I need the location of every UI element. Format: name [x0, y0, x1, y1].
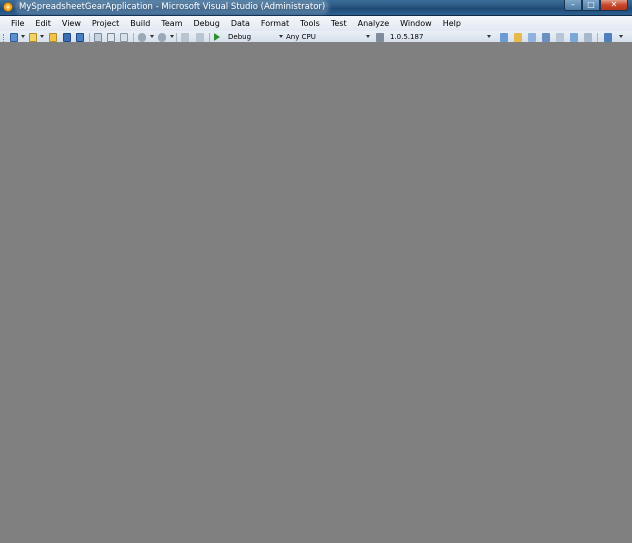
- menu-analyze[interactable]: Analyze: [354, 16, 394, 31]
- new-project-icon[interactable]: [10, 33, 18, 42]
- chevron-down-icon[interactable]: [21, 35, 25, 38]
- class-view-icon[interactable]: [570, 33, 578, 42]
- find-icon[interactable]: [376, 33, 384, 42]
- menu-format[interactable]: Format: [257, 16, 293, 31]
- paste-icon[interactable]: [120, 33, 128, 42]
- maximize-button[interactable]: □: [582, 0, 600, 11]
- menu-project[interactable]: Project: [88, 16, 123, 31]
- toolbar-separator: [89, 33, 90, 42]
- menu-bar: File Edit View Project Build Team Debug …: [0, 16, 632, 31]
- toolbar-grip[interactable]: [3, 34, 6, 42]
- navigate-forward-icon[interactable]: [196, 33, 204, 42]
- toolbar-separator: [133, 33, 134, 42]
- undo-icon[interactable]: [138, 33, 146, 42]
- title-bar[interactable]: MySpreadsheetGearApplication - Microsoft…: [0, 0, 632, 16]
- standard-toolbar: Debug Any CPU 1.0.5.187: [0, 31, 632, 42]
- toolbar-separator: [597, 33, 598, 42]
- toolbox-icon[interactable]: [542, 33, 550, 42]
- properties-icon[interactable]: [514, 33, 522, 42]
- solution-configuration-combo[interactable]: Debug: [228, 32, 251, 42]
- menu-edit[interactable]: Edit: [31, 16, 55, 31]
- toolbar-separator: [176, 33, 177, 42]
- chevron-down-icon[interactable]: [150, 35, 154, 38]
- window-layout-icon[interactable]: [604, 33, 612, 42]
- start-page-icon[interactable]: [556, 33, 564, 42]
- minimize-button[interactable]: –: [564, 0, 582, 11]
- menu-view[interactable]: View: [58, 16, 85, 31]
- menu-window[interactable]: Window: [396, 16, 436, 31]
- chevron-down-icon[interactable]: [40, 35, 44, 38]
- solution-explorer-icon[interactable]: [500, 33, 508, 42]
- window-title: MySpreadsheetGearApplication - Microsoft…: [16, 1, 329, 13]
- navigate-back-icon[interactable]: [181, 33, 189, 42]
- chevron-down-icon[interactable]: [487, 35, 491, 38]
- menu-data[interactable]: Data: [227, 16, 254, 31]
- menu-build[interactable]: Build: [126, 16, 154, 31]
- redo-icon[interactable]: [158, 33, 166, 42]
- chevron-down-icon[interactable]: [279, 35, 283, 38]
- menu-test[interactable]: Test: [327, 16, 351, 31]
- add-item-icon[interactable]: [29, 33, 37, 42]
- chevron-down-icon[interactable]: [170, 35, 174, 38]
- chevron-down-icon[interactable]: [619, 35, 623, 38]
- find-combo[interactable]: 1.0.5.187: [390, 32, 423, 42]
- menu-tools[interactable]: Tools: [296, 16, 324, 31]
- menu-debug[interactable]: Debug: [190, 16, 224, 31]
- menu-file[interactable]: File: [7, 16, 28, 31]
- cut-icon[interactable]: [94, 33, 102, 42]
- start-debugging-icon[interactable]: [214, 33, 220, 41]
- copy-icon[interactable]: [107, 33, 115, 42]
- error-list-icon[interactable]: [584, 33, 592, 42]
- application-window: MySpreadsheetGearApplication - Microsoft…: [0, 0, 632, 543]
- caption-buttons: – □ ✕: [564, 0, 628, 12]
- chevron-down-icon[interactable]: [366, 35, 370, 38]
- solution-platform-combo[interactable]: Any CPU: [286, 32, 316, 42]
- toolbar-separator: [209, 33, 210, 42]
- save-icon[interactable]: [63, 33, 71, 42]
- visual-studio-icon: [3, 2, 13, 12]
- save-all-icon[interactable]: [76, 33, 84, 42]
- open-folder-icon[interactable]: [49, 33, 57, 42]
- object-browser-icon[interactable]: [528, 33, 536, 42]
- close-button[interactable]: ✕: [600, 0, 628, 11]
- menu-help[interactable]: Help: [439, 16, 465, 31]
- menu-team[interactable]: Team: [157, 16, 186, 31]
